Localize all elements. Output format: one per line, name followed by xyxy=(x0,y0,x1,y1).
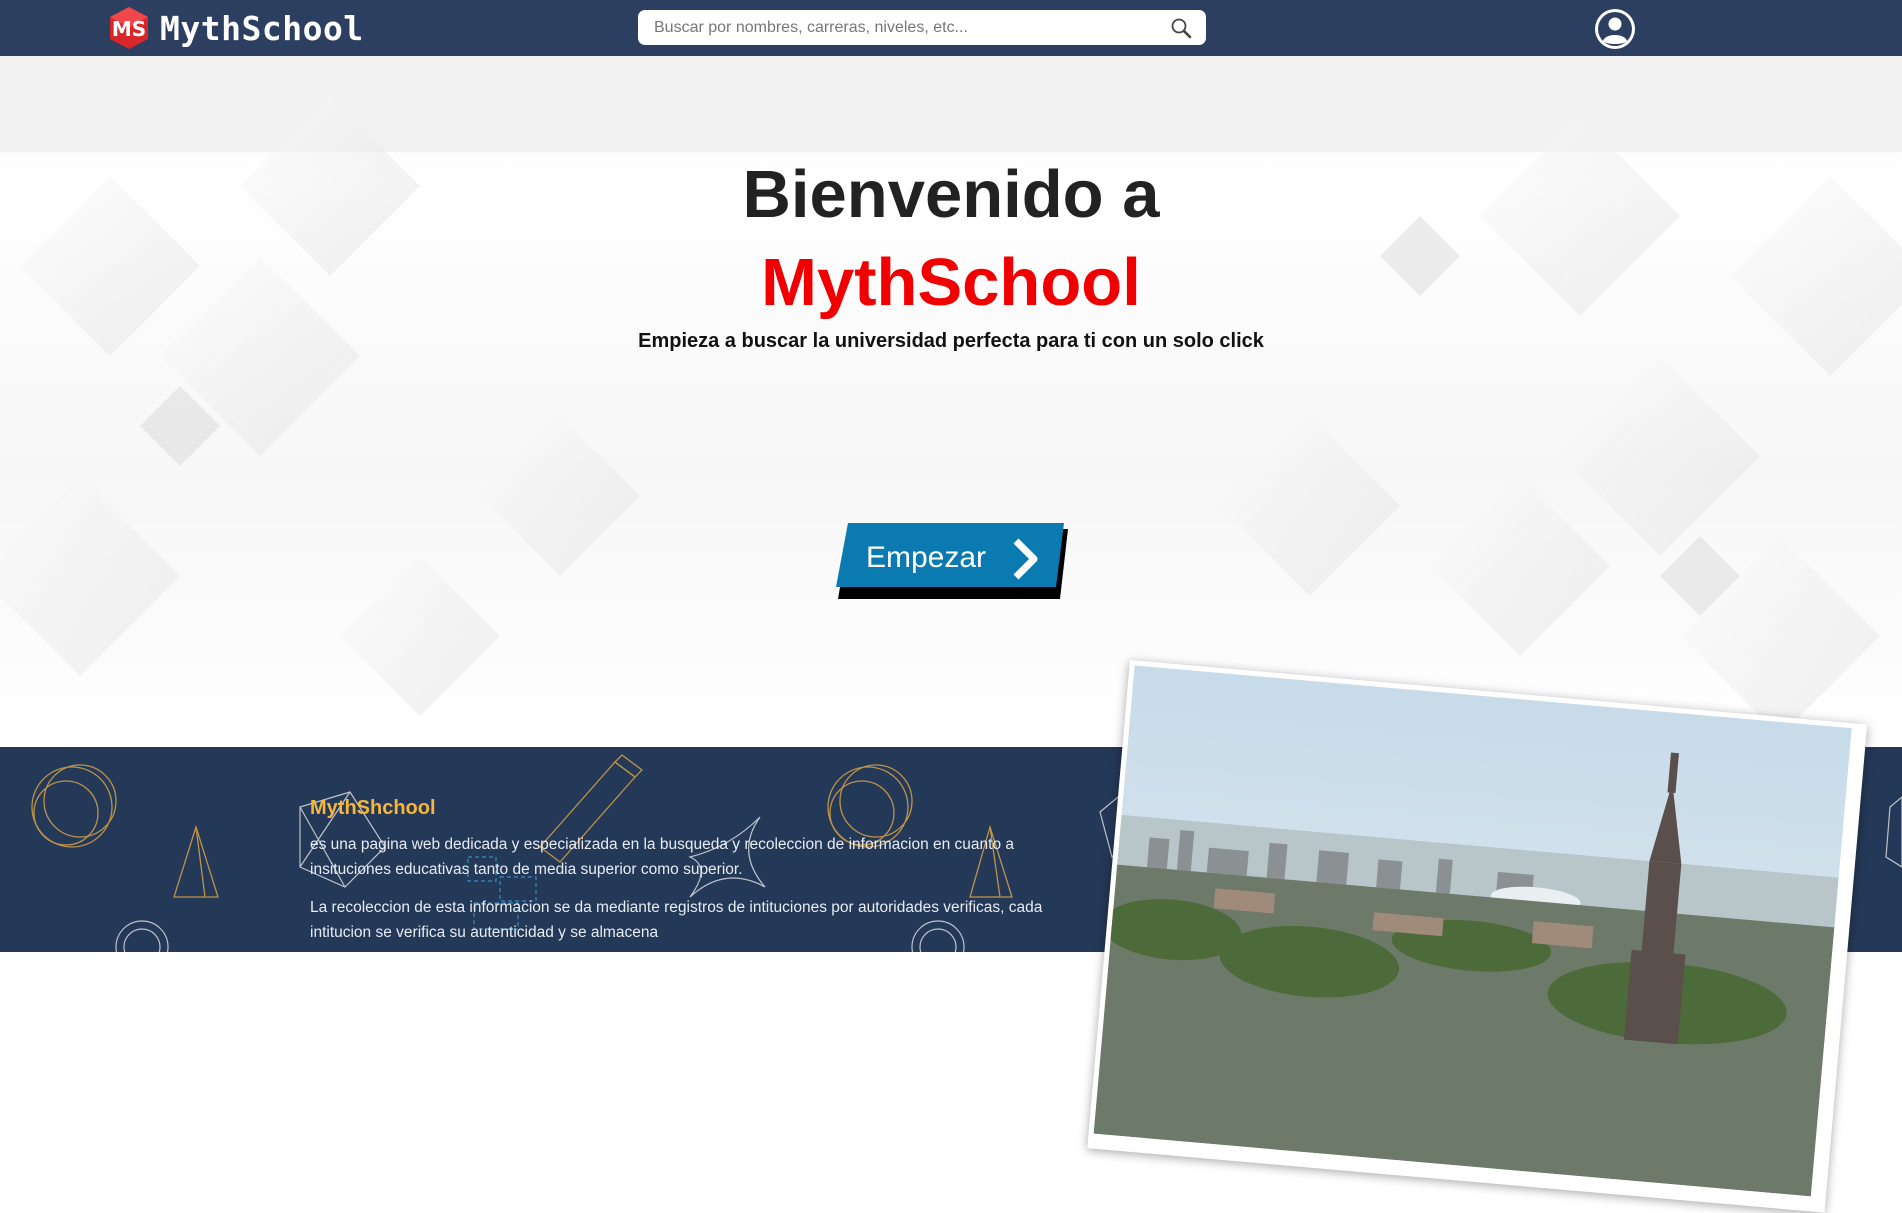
info-paragraph-1: es una pagina web dedicada y especializa… xyxy=(310,836,1015,878)
info-paragraph-2: La recoleccion de esta informacion se da… xyxy=(310,899,1043,941)
hero-brand-name: MythSchool xyxy=(761,245,1141,320)
logo[interactable]: MS MythSchool xyxy=(106,5,364,51)
hero-title: Bienvenido a xyxy=(742,157,1160,232)
start-button-shape xyxy=(836,523,1068,599)
hero-subtitle: Empieza a buscar la universidad perfecta… xyxy=(638,330,1264,352)
search-bar xyxy=(638,10,1206,45)
hero-section: Bienvenido a MythSchool Empieza a buscar… xyxy=(0,56,1902,747)
user-avatar-icon[interactable] xyxy=(1594,8,1636,50)
search-input[interactable] xyxy=(652,17,1166,38)
svg-text:MS: MS xyxy=(112,17,146,41)
logo-badge-icon: MS xyxy=(110,7,148,49)
logo-text: MythSchool xyxy=(160,8,364,48)
info-title: MythShchool xyxy=(310,797,436,819)
navbar: MS MythSchool xyxy=(0,0,1902,56)
university-cityscape-photo xyxy=(1087,660,1868,1213)
start-button-label: Empezar xyxy=(866,541,987,574)
start-button[interactable]: Empezar xyxy=(834,471,1070,601)
search-icon[interactable] xyxy=(1170,17,1192,39)
